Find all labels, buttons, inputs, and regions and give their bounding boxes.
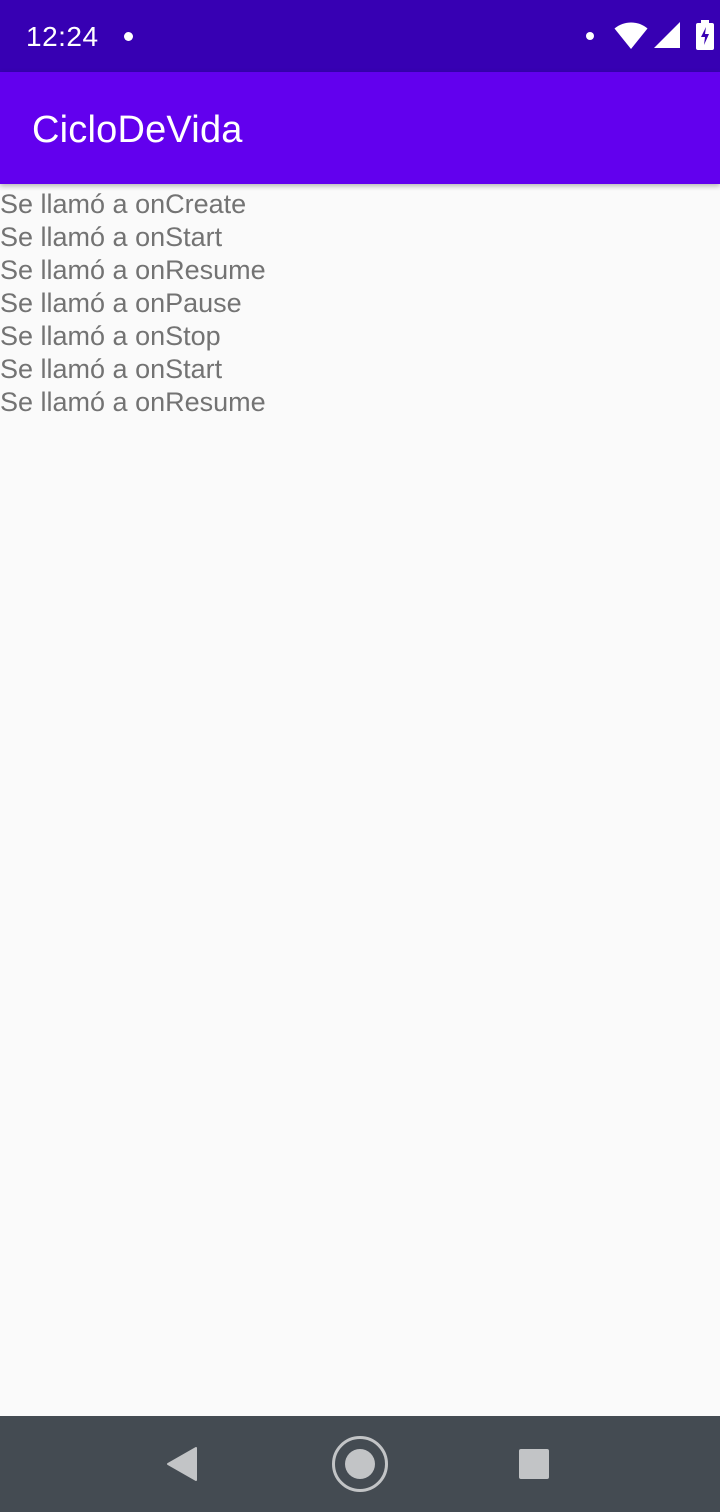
app-bar: CicloDeVida bbox=[0, 72, 720, 184]
navigation-bar bbox=[0, 1416, 720, 1512]
log-line: Se llamó a onStop bbox=[0, 321, 221, 351]
app-title: CicloDeVida bbox=[32, 109, 243, 151]
status-time: 12:24 bbox=[26, 21, 99, 52]
wifi-icon bbox=[614, 22, 648, 49]
log-line: Se llamó a onStart bbox=[0, 222, 223, 252]
phone-screen: 12:24 CicloDeVida Se llamó a onCreate Se… bbox=[0, 0, 720, 1512]
log-line: Se llamó a onStart bbox=[0, 354, 223, 384]
log-line: Se llamó a onResume bbox=[0, 255, 266, 285]
status-bar: 12:24 bbox=[0, 0, 720, 72]
notification-dot-icon bbox=[586, 32, 594, 40]
recents-icon[interactable] bbox=[519, 1449, 549, 1479]
signal-icon bbox=[654, 22, 680, 48]
home-icon[interactable] bbox=[331, 1435, 389, 1493]
lifecycle-log: Se llamó a onCreate Se llamó a onStart S… bbox=[0, 188, 720, 419]
status-icons bbox=[520, 0, 720, 72]
log-line: Se llamó a onResume bbox=[0, 387, 266, 417]
battery-charging-icon bbox=[696, 20, 714, 50]
back-icon[interactable] bbox=[166, 1446, 198, 1482]
log-line: Se llamó a onPause bbox=[0, 288, 242, 318]
log-line: Se llamó a onCreate bbox=[0, 189, 247, 219]
notification-dot-icon bbox=[124, 32, 133, 41]
